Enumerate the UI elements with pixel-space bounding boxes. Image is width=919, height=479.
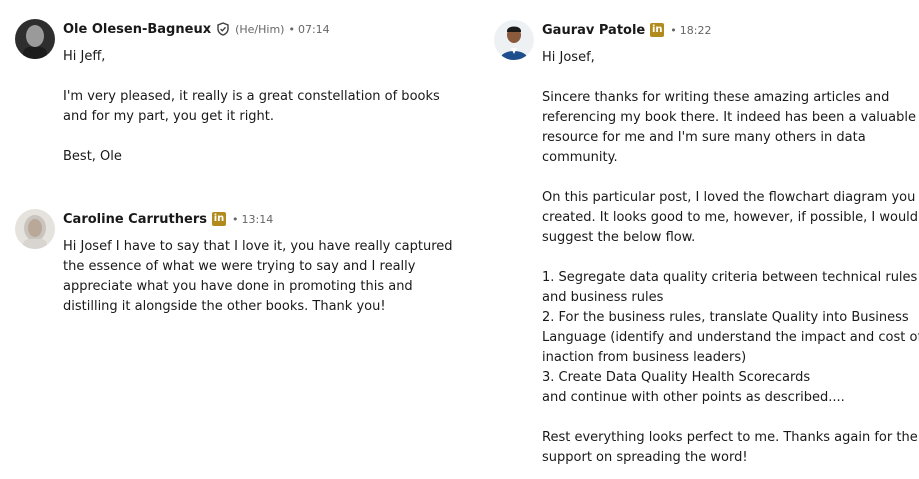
message-line: resource for me and I'm sure many others… xyxy=(542,130,866,145)
timestamp: 07:14 xyxy=(297,22,330,36)
separator-dot: • xyxy=(232,212,239,226)
separator-dot: • xyxy=(288,22,295,36)
author-name[interactable]: Gaurav Patole xyxy=(542,23,645,38)
linkedin-badge-icon: in xyxy=(212,212,226,226)
separator-dot: • xyxy=(670,23,677,37)
message-line: 2. For the business rules, translate Qua… xyxy=(542,310,909,325)
message-line: Language (identify and understand the im… xyxy=(542,330,919,345)
message-line: suggest the below flow. xyxy=(542,230,696,245)
message-line: referencing my book there. It indeed has… xyxy=(542,110,916,125)
message-line: and continue with other points as descri… xyxy=(542,390,845,405)
message-header: Gaurav Patole in • 18:22 xyxy=(542,20,711,40)
message-line: Hi Josef, xyxy=(542,50,595,65)
message-body: Hi Josef I have to say that I love it, y… xyxy=(63,237,453,317)
timestamp: 13:14 xyxy=(241,212,274,226)
pronouns: (He/Him) xyxy=(235,22,285,36)
message-line: Sincere thanks for writing these amazing… xyxy=(542,90,890,105)
message-header: Caroline Carruthers in • 13:14 xyxy=(63,209,273,229)
message-line: and for my part, you get it right. xyxy=(63,109,275,124)
message-body: Hi Josef, Sincere thanks for writing the… xyxy=(542,48,919,468)
message-line: community. xyxy=(542,150,618,165)
verified-shield-icon xyxy=(216,22,230,36)
message-line: On this particular post, I loved the flo… xyxy=(542,190,916,205)
message-line: 3. Create Data Quality Health Scorecards xyxy=(542,370,811,385)
message-line: created. It looks good to me, however, i… xyxy=(542,210,919,225)
linkedin-badge-icon: in xyxy=(650,23,665,37)
author-name[interactable]: Caroline Carruthers xyxy=(63,212,207,227)
message-line: 1. Segregate data quality criteria betwe… xyxy=(542,270,918,285)
message-line: inaction from business leaders) xyxy=(542,350,747,365)
message-line: appreciate what you have done in promoti… xyxy=(63,279,413,294)
message-line: and business rules xyxy=(542,290,664,305)
avatar-gaurav[interactable] xyxy=(494,20,534,60)
message-line: Rest everything looks perfect to me. Tha… xyxy=(542,430,918,445)
author-name[interactable]: Ole Olesen-Bagneux xyxy=(63,22,211,37)
message-line: Hi Josef I have to say that I love it, y… xyxy=(63,239,453,254)
message-line: I'm very pleased, it really is a great c… xyxy=(63,89,440,104)
message-line: Best, Ole xyxy=(63,149,122,164)
message-body: Hi Jeff, I'm very pleased, it really is … xyxy=(63,47,440,167)
avatar-ole[interactable] xyxy=(15,19,55,59)
avatar-caroline[interactable] xyxy=(15,209,55,249)
message-line: support on spreading the word! xyxy=(542,450,748,465)
timestamp: 18:22 xyxy=(679,23,712,37)
message-line: Hi Jeff, xyxy=(63,49,106,64)
message-line: the essence of what we were trying to sa… xyxy=(63,259,416,274)
message-line: distilling it alongside the other books.… xyxy=(63,299,386,314)
message-header: Ole Olesen-Bagneux (He/Him) • 07:14 xyxy=(63,19,330,39)
